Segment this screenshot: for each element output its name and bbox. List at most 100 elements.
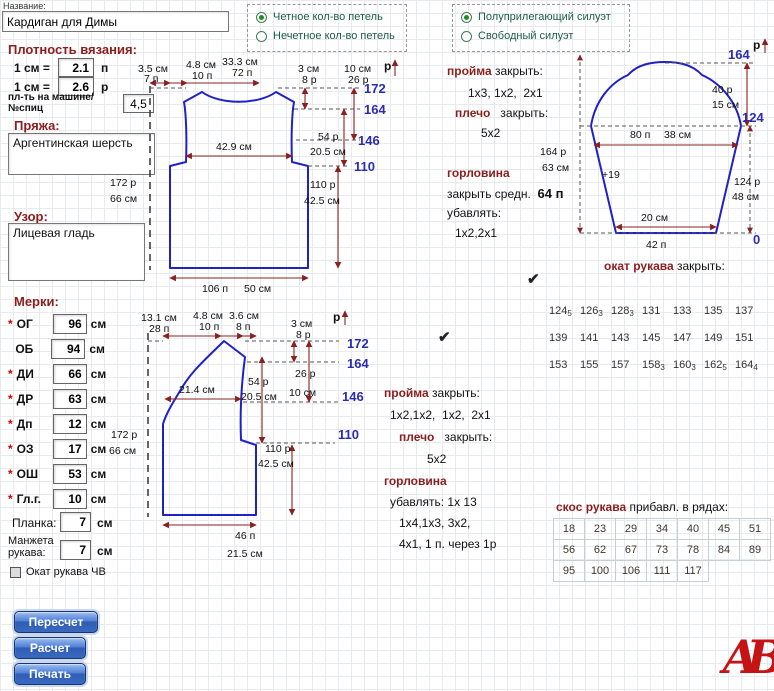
measure-label: Гл.г. xyxy=(16,492,41,506)
neck-close-label: закрыть средн. xyxy=(447,187,531,201)
slope-cell: 95 xyxy=(553,560,585,582)
planka-input[interactable] xyxy=(60,512,91,532)
dim-label: 164 р xyxy=(540,146,566,158)
stitch-count-group: Четное кол-во петель Нечетное кол-во пет… xyxy=(247,4,407,52)
required-star: * xyxy=(8,367,13,381)
dim-label: 7 п xyxy=(144,73,158,85)
measure-label: ОШ xyxy=(16,467,39,481)
bindoff-cell: 135 xyxy=(704,305,723,317)
bindoff-cell: 151 xyxy=(735,332,754,344)
radio-dot-icon xyxy=(461,11,472,23)
slope-cell: 23 xyxy=(584,518,616,540)
row-count: 172 xyxy=(364,81,386,96)
bindoff-cell: 141 xyxy=(580,332,599,344)
print-button[interactable]: Печать xyxy=(14,663,86,685)
row-count: 0 xyxy=(753,232,760,247)
required-star-empty xyxy=(8,342,11,356)
measure-label: ОГ xyxy=(16,317,33,331)
dim-label: 42.9 см xyxy=(216,141,252,153)
back-shoulder-note: плечо закрыть: xyxy=(455,106,548,120)
required-star: * xyxy=(8,392,13,406)
dim-label: 66 см xyxy=(110,193,137,205)
measure-row-og: * ОГ см xyxy=(8,314,106,334)
bindoff-cell: 133 xyxy=(673,305,692,317)
slope-title: скос рукава xyxy=(556,500,627,514)
measure-row-osh: * ОШ см xyxy=(8,464,106,484)
slope-cell: 62 xyxy=(584,539,616,561)
row-axis-label: р xyxy=(384,59,391,73)
radio-odd-stitches[interactable]: Нечетное кол-во петель xyxy=(256,30,398,42)
radio-odd-label: Нечетное кол-во петель xyxy=(273,30,395,42)
row-count: 110 xyxy=(338,427,359,442)
yarn-title: Пряжа: xyxy=(14,118,60,133)
calc-button[interactable]: Расчет xyxy=(14,637,86,659)
slope-cell: 45 xyxy=(708,518,740,540)
dim-label: 20 см xyxy=(641,212,668,224)
slope-cell: 51 xyxy=(739,518,771,540)
slope-table: 18 23 29 34 40 45 51 56 62 67 73 78 84 89 95 100 106 11… xyxy=(553,518,771,582)
row-count: 172 xyxy=(347,336,369,351)
recalc-button[interactable]: Пересчет xyxy=(14,611,98,633)
dim-label: 124 р xyxy=(734,176,760,188)
slope-cell xyxy=(709,561,740,582)
radio-semifitted[interactable]: Полуприлегающий силуэт xyxy=(461,11,621,23)
dim-label: 21.5 см xyxy=(227,548,263,560)
sleeve-diagram: р 164 124 0 40 р 15 см 80 п 38 см +19 16… xyxy=(540,38,769,251)
bindoff-cell: 153 xyxy=(549,359,568,371)
cuff-label-2: рукава: xyxy=(8,547,46,559)
bindoff-row-3: 153 155 157 1583 1603 1625 1644 xyxy=(549,351,766,381)
bindoff-row-2: 139 141 143 145 147 149 151 xyxy=(549,324,766,354)
radio-dot-icon xyxy=(256,11,267,23)
cuff-label-1: Манжета xyxy=(8,535,54,547)
row-count: 164 xyxy=(347,356,369,371)
row-axis-label: р xyxy=(753,38,760,52)
cuff-input[interactable] xyxy=(60,540,91,560)
slope-cell: 73 xyxy=(646,539,678,561)
measure-row-ob: ОБ см xyxy=(8,339,105,359)
bindoff-cell: 1263 xyxy=(580,305,603,318)
slope-cell: 67 xyxy=(615,539,647,561)
dr-input[interactable] xyxy=(52,389,87,409)
sleeve-cap-title-red: окат рукава xyxy=(604,259,674,273)
okat-checkbox[interactable] xyxy=(10,567,21,578)
dim-label: 172 р xyxy=(111,429,137,441)
measure-row-dp: * Дп см xyxy=(8,414,106,434)
name-input[interactable] xyxy=(2,11,229,32)
armhole-action: закрыть: xyxy=(495,64,543,78)
name-label: Название: xyxy=(3,1,46,11)
slope-cell: 34 xyxy=(646,518,678,540)
required-star: * xyxy=(8,467,13,481)
radio-even-stitches[interactable]: Четное кол-во петель xyxy=(256,11,398,23)
glg-input[interactable] xyxy=(52,489,87,509)
back-shoulder-seq: 5х2 xyxy=(481,126,501,140)
density1-input[interactable] xyxy=(58,58,94,77)
front-neck-title: горловина xyxy=(384,474,447,488)
dim-label: 66 см xyxy=(109,445,136,457)
radio-semifitted-label: Полуприлегающий силуэт xyxy=(478,11,611,23)
dim-label: 10 п xyxy=(199,321,219,333)
bindoff-cell: 131 xyxy=(642,305,661,317)
osh-input[interactable] xyxy=(52,464,87,484)
measure-row-dr: * ДР см xyxy=(8,389,106,409)
dim-label: 28 п xyxy=(149,323,169,335)
oz-input[interactable] xyxy=(52,439,87,459)
measure-label: ДР xyxy=(16,392,34,406)
ob-input[interactable] xyxy=(51,339,86,359)
dim-label: 40 р xyxy=(712,84,733,96)
slope-subtitle: прибавл. в рядах: xyxy=(629,500,729,514)
armhole-title: пройма xyxy=(384,386,429,400)
measure-label: ДИ xyxy=(16,367,34,381)
armhole-title: пройма xyxy=(447,64,492,78)
di-input[interactable] xyxy=(52,364,87,384)
dp-input[interactable] xyxy=(52,414,87,434)
bindoff-cell: 149 xyxy=(704,332,723,344)
back-armhole-note: пройма закрыть: xyxy=(447,64,543,78)
required-star: * xyxy=(8,492,13,506)
slope-cell: 29 xyxy=(615,518,647,540)
og-input[interactable] xyxy=(52,314,87,334)
slope-cell: 106 xyxy=(615,560,647,582)
bindoff-cell: 143 xyxy=(611,332,630,344)
dim-label: 8 р xyxy=(302,74,317,86)
row-count: 110 xyxy=(354,159,375,174)
planka-label: Планка: xyxy=(12,516,57,530)
